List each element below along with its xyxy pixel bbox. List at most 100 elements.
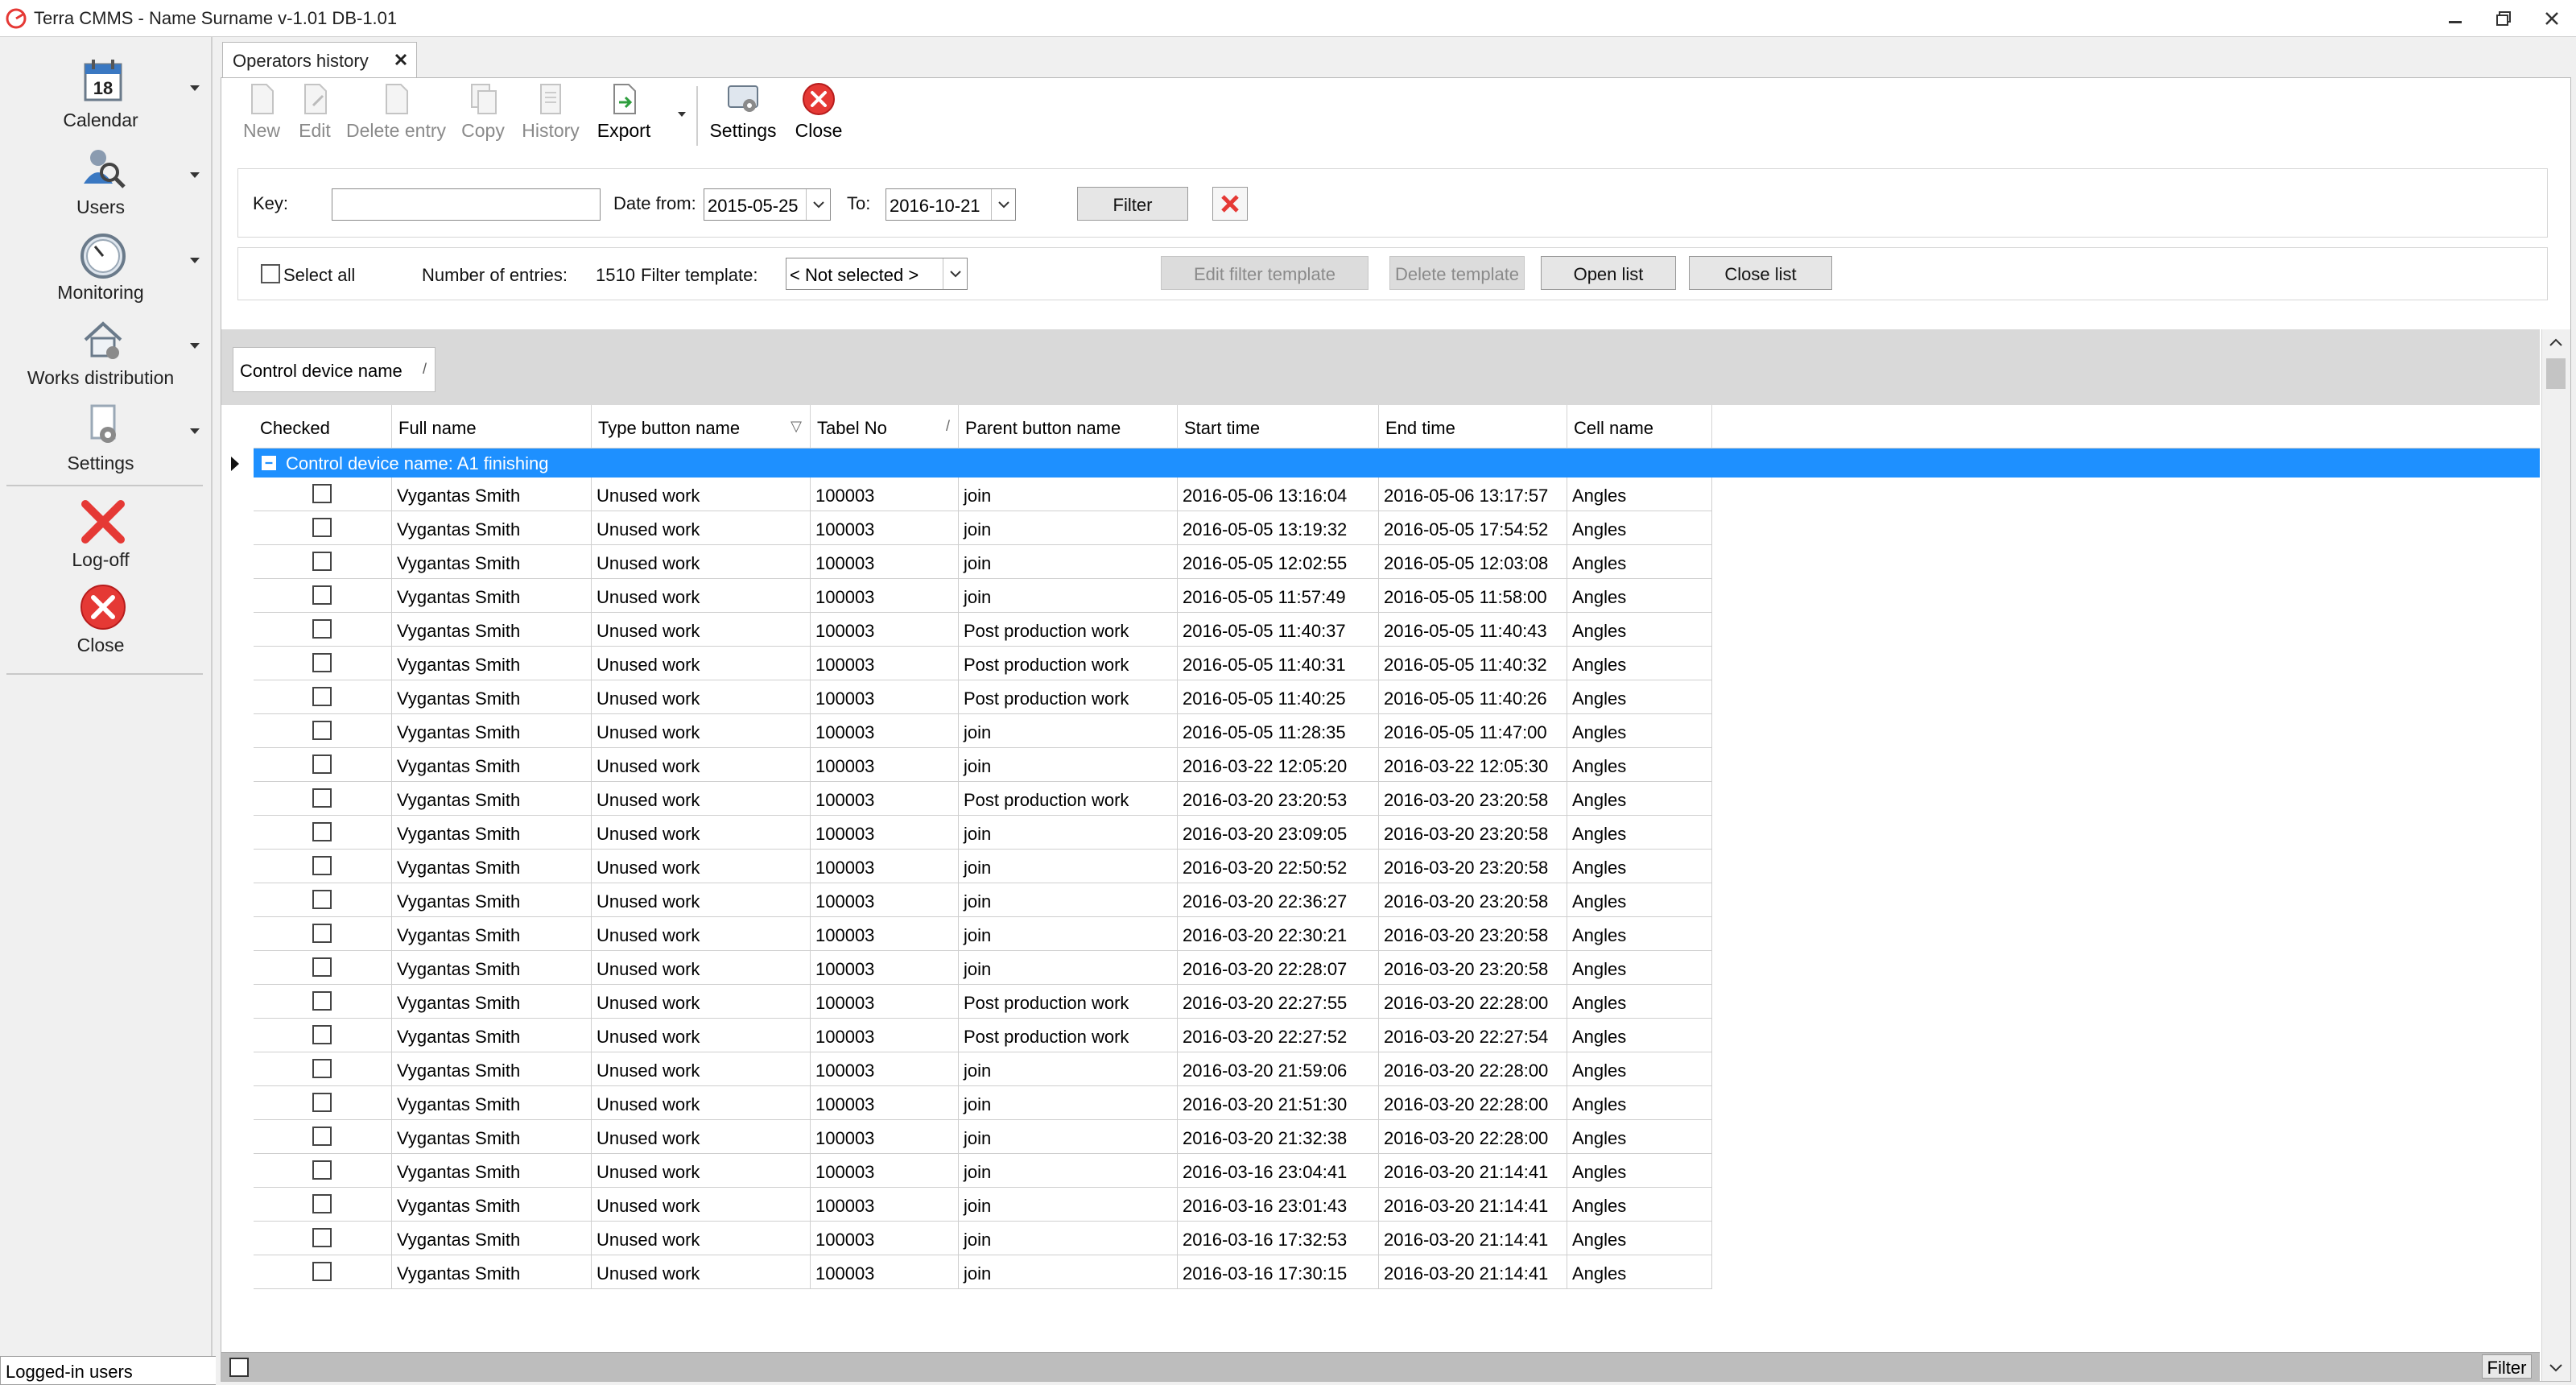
row-checkbox[interactable] [312,619,332,639]
chevron-down-icon[interactable] [190,172,200,178]
row-checkbox[interactable] [312,653,332,672]
table-row[interactable]: Vygantas Smith Unused work 100003 join 2016-… [254,545,1719,579]
close-list-button[interactable]: Close list [1689,256,1832,290]
settings-button[interactable]: Settings [704,81,782,151]
tab-operators-history[interactable]: Operators history [222,42,417,77]
row-checkbox[interactable] [312,957,332,977]
row-checkbox[interactable] [312,822,332,841]
table-row[interactable]: Vygantas Smith Unused work 100003 join 2016-… [254,1086,1719,1120]
sidebar-item-monitoring[interactable]: Monitoring [0,225,209,311]
row-checkbox[interactable] [312,788,332,808]
table-row[interactable]: Vygantas Smith Unused work 100003 Post prod… [254,613,1719,647]
table-row[interactable]: Vygantas Smith Unused work 100003 join 2016-… [254,1120,1719,1154]
table-row[interactable]: Vygantas Smith Unused work 100003 join 2016-… [254,478,1719,511]
date-from-picker[interactable]: 2015-05-25 [704,188,831,221]
row-checkbox[interactable] [312,1025,332,1044]
column-header-tabel-no[interactable]: Tabel No / [811,405,959,449]
sidebar-item-close[interactable]: Close [0,578,209,664]
table-row[interactable]: Vygantas Smith Unused work 100003 join 2016-… [254,1154,1719,1188]
table-row[interactable]: Vygantas Smith Unused work 100003 Post prod… [254,985,1719,1019]
row-checkbox[interactable] [312,890,332,909]
sidebar-item-log-off[interactable]: Log-off [0,493,209,578]
chevron-down-icon[interactable] [190,343,200,349]
row-checkbox[interactable] [312,552,332,571]
row-checkbox[interactable] [312,585,332,605]
row-checkbox[interactable] [312,1160,332,1180]
new-button[interactable]: New [237,81,286,151]
filter-button[interactable]: Filter [1077,187,1188,221]
row-checkbox[interactable] [312,1127,332,1146]
sidebar-item-works-distribution[interactable]: Works distribution [0,311,209,396]
window-close-button[interactable] [2528,3,2576,34]
table-row[interactable]: Vygantas Smith Unused work 100003 join 2016-… [254,714,1719,748]
column-header-end-time[interactable]: End time [1379,405,1567,449]
delete-entry-button[interactable]: Delete entry [344,81,448,151]
chevron-down-icon[interactable] [190,258,200,263]
sidebar-item-calendar[interactable]: 18 Calendar [0,53,209,138]
table-row[interactable]: Vygantas Smith Unused work 100003 join 2016-… [254,511,1719,545]
clear-filter-button[interactable] [1212,187,1248,221]
column-header-start-time[interactable]: Start time [1178,405,1379,449]
row-checkbox[interactable] [312,1262,332,1281]
column-header-full-name[interactable]: Full name [392,405,592,449]
export-dropdown-icon[interactable] [677,110,687,118]
table-row[interactable]: Vygantas Smith Unused work 100003 Post prod… [254,680,1719,714]
table-row[interactable]: Vygantas Smith Unused work 100003 join 2016-… [254,951,1719,985]
sidebar-item-users[interactable]: Users [0,140,209,225]
logged-in-users-select[interactable]: Logged-in users [0,1356,233,1385]
row-checkbox[interactable] [312,518,332,537]
table-row[interactable]: Vygantas Smith Unused work 100003 join 2016-… [254,816,1719,850]
collapse-icon[interactable] [262,456,276,470]
row-checkbox[interactable] [312,721,332,740]
table-row[interactable]: Vygantas Smith Unused work 100003 Post prod… [254,782,1719,816]
sidebar-item-settings[interactable]: Settings [0,396,209,482]
table-row[interactable]: Vygantas Smith Unused work 100003 join 2016-… [254,748,1719,782]
tab-close-icon[interactable] [392,51,410,68]
row-checkbox[interactable] [312,991,332,1011]
table-row[interactable]: Vygantas Smith Unused work 100003 join 2016-… [254,850,1719,883]
copy-button[interactable]: Copy [456,81,510,151]
row-checkbox[interactable] [312,1228,332,1247]
row-checkbox[interactable] [312,484,332,503]
close-button[interactable]: Close [788,81,849,151]
history-button[interactable]: History [516,81,585,151]
row-checkbox[interactable] [312,924,332,943]
row-checkbox[interactable] [312,1059,332,1078]
group-by-chip[interactable]: Control device name / [233,347,436,392]
table-row[interactable]: Vygantas Smith Unused work 100003 join 2016-… [254,883,1719,917]
edit-button[interactable]: Edit [291,81,339,151]
scroll-down-button[interactable] [2542,1355,2570,1381]
key-input[interactable] [332,188,601,221]
column-header-cell-name[interactable]: Cell name [1567,405,1712,449]
group-row[interactable]: Control device name: A1 finishing [254,449,2540,478]
row-checkbox[interactable] [312,1093,332,1112]
table-row[interactable]: Vygantas Smith Unused work 100003 join 2016-… [254,1052,1719,1086]
table-row[interactable]: Vygantas Smith Unused work 100003 join 2016-… [254,579,1719,613]
footer-filter-checkbox[interactable] [229,1358,249,1377]
row-checkbox[interactable] [312,687,332,706]
vertical-scrollbar[interactable] [2541,329,2570,1381]
row-checkbox[interactable] [312,755,332,774]
column-header-type-button-name[interactable]: Type button name ▽ [592,405,811,449]
chevron-down-icon[interactable] [190,85,200,91]
date-to-picker[interactable]: 2016-10-21 [886,188,1016,221]
delete-template-button[interactable]: Delete template [1389,256,1525,290]
scroll-up-button[interactable] [2542,329,2570,355]
row-checkbox[interactable] [312,1194,332,1213]
chevron-down-icon[interactable] [190,428,200,434]
minimize-button[interactable] [2431,3,2479,34]
export-button[interactable]: Export [593,81,654,151]
select-all-checkbox[interactable] [261,264,280,283]
table-row[interactable]: Vygantas Smith Unused work 100003 Post prod… [254,647,1719,680]
scrollbar-thumb[interactable] [2546,358,2566,389]
edit-filter-template-button[interactable]: Edit filter template [1161,256,1368,290]
column-header-parent-button-name[interactable]: Parent button name [959,405,1178,449]
table-row[interactable]: Vygantas Smith Unused work 100003 join 2016-… [254,1222,1719,1255]
table-row[interactable]: Vygantas Smith Unused work 100003 join 2016-… [254,1255,1719,1289]
table-row[interactable]: Vygantas Smith Unused work 100003 Post prod… [254,1019,1719,1052]
restore-button[interactable] [2479,3,2528,34]
column-header-checked[interactable]: Checked [254,405,392,449]
table-row[interactable]: Vygantas Smith Unused work 100003 join 2016-… [254,1188,1719,1222]
row-checkbox[interactable] [312,856,332,875]
footer-filter-button[interactable]: Filter [2482,1354,2532,1379]
